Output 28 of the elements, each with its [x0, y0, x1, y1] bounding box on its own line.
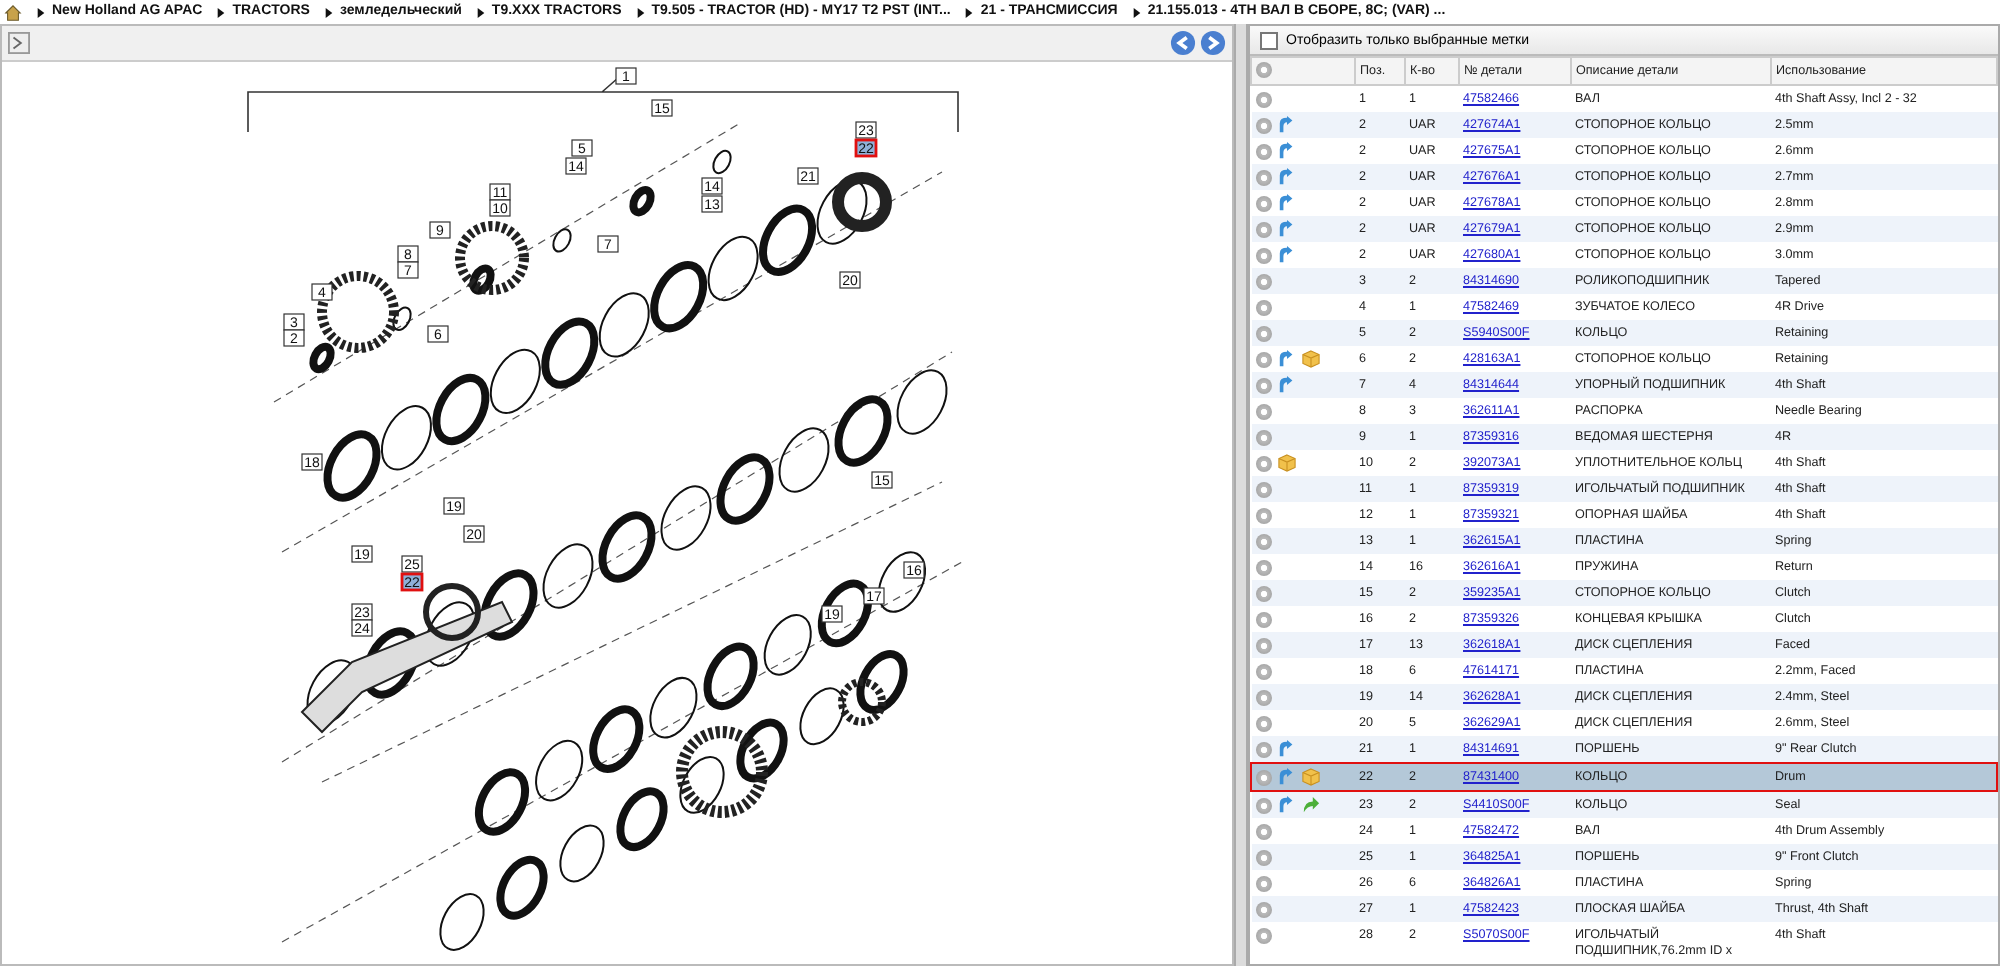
- return-arrow-icon[interactable]: [1277, 142, 1295, 160]
- return-arrow-icon[interactable]: [1277, 246, 1295, 264]
- package-icon[interactable]: [1302, 768, 1320, 786]
- return-arrow-icon[interactable]: [1277, 376, 1295, 394]
- checkbox[interactable]: [1260, 31, 1278, 49]
- caret-icon: [323, 7, 334, 17]
- caret-icon: [475, 7, 486, 17]
- caret-icon: [216, 7, 227, 17]
- caret-icon: [36, 7, 46, 17]
- caret-icon: [964, 7, 975, 17]
- return-arrow-icon[interactable]: [1277, 116, 1295, 134]
- forward-icon[interactable]: [1200, 30, 1226, 56]
- splitter-handle[interactable]: [1234, 24, 1248, 966]
- back-icon[interactable]: [1170, 30, 1196, 56]
- return-arrow-icon[interactable]: [1277, 220, 1295, 238]
- package-icon[interactable]: [1277, 454, 1295, 472]
- return-arrow-icon[interactable]: [1277, 168, 1295, 186]
- caret-icon: [1131, 7, 1142, 17]
- return-arrow-icon[interactable]: [1277, 740, 1295, 758]
- return-arrow-icon[interactable]: [1277, 350, 1295, 368]
- package-icon[interactable]: [1301, 350, 1319, 368]
- caret-icon: [635, 7, 646, 17]
- return-arrow-icon[interactable]: [1277, 194, 1295, 212]
- return-arrow-icon[interactable]: [1277, 796, 1295, 814]
- panel-toggle-icon[interactable]: [8, 32, 30, 54]
- curved-arrow-icon[interactable]: [1301, 796, 1319, 814]
- return-arrow-icon[interactable]: [1278, 768, 1296, 786]
- home-icon[interactable]: [4, 3, 22, 21]
